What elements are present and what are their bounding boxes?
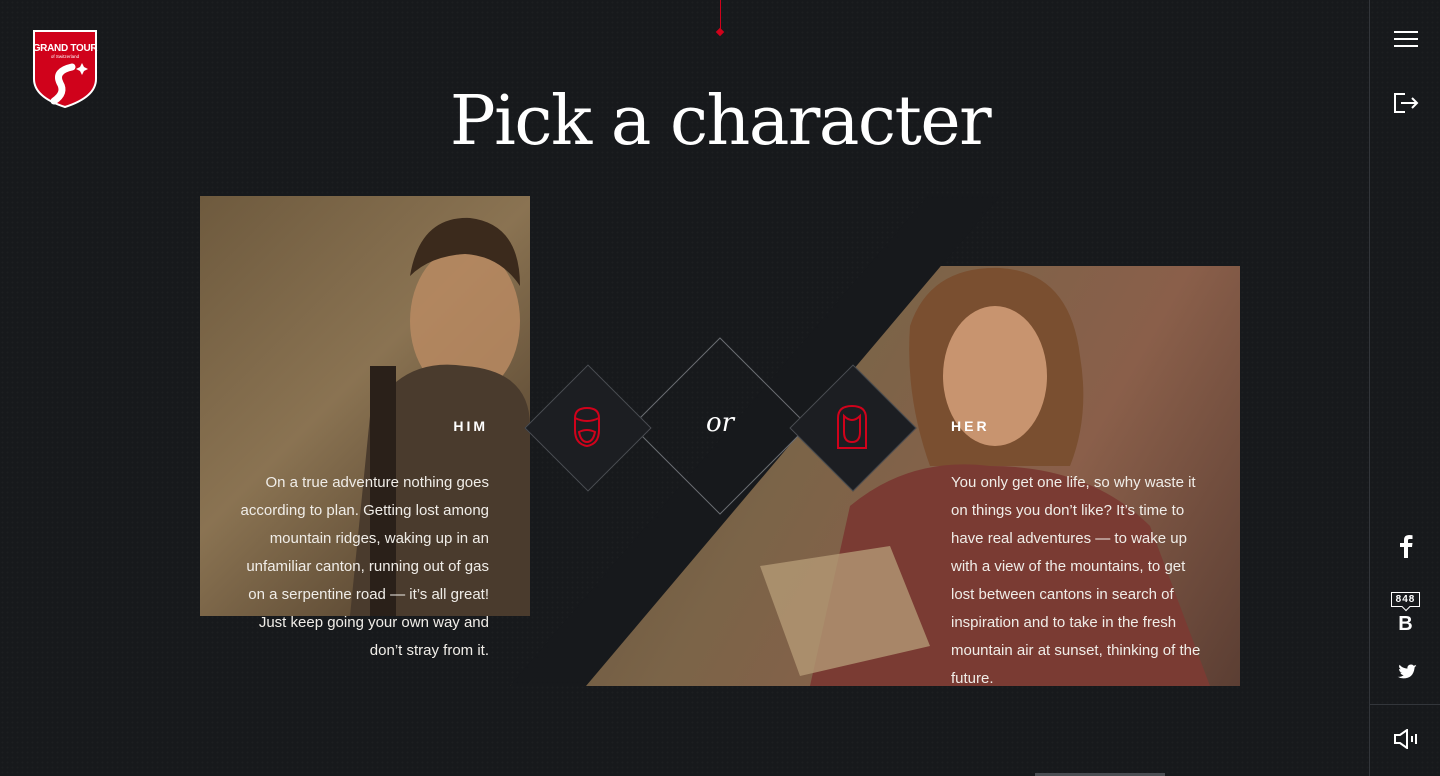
vk-icon: B [1398, 613, 1413, 635]
female-face-icon [837, 404, 867, 449]
facebook-icon [1399, 535, 1412, 558]
her-label[interactable]: HER [951, 418, 990, 434]
logo-subtitle: of Switzerland [50, 54, 80, 59]
her-description: You only get one life, so why waste it o… [951, 474, 1201, 687]
him-description: On a true adventure nothing goes accordi… [240, 474, 489, 659]
twitter-icon [1397, 664, 1417, 679]
right-sidebar: 848 B [1369, 0, 1440, 776]
twitter-share-button[interactable] [1370, 660, 1440, 686]
page-title: Pick a character [449, 82, 992, 161]
or-separator: or [705, 408, 735, 438]
scroll-indicator-line [720, 0, 721, 30]
male-face-icon [574, 406, 600, 448]
sound-toggle-button[interactable] [1370, 725, 1440, 753]
vk-share-button[interactable]: 848 B [1370, 584, 1440, 644]
exit-button[interactable] [1370, 90, 1440, 116]
vk-share-count: 848 [1390, 592, 1421, 607]
rail-separator [1370, 704, 1440, 705]
hamburger-menu-icon [1393, 31, 1418, 47]
exit-icon [1393, 93, 1418, 113]
him-label[interactable]: HIM [430, 418, 488, 434]
facebook-share-button[interactable] [1370, 533, 1440, 559]
logo-title: GRAND TOUR [32, 43, 98, 54]
sound-icon [1393, 729, 1417, 749]
menu-button[interactable] [1370, 26, 1440, 52]
